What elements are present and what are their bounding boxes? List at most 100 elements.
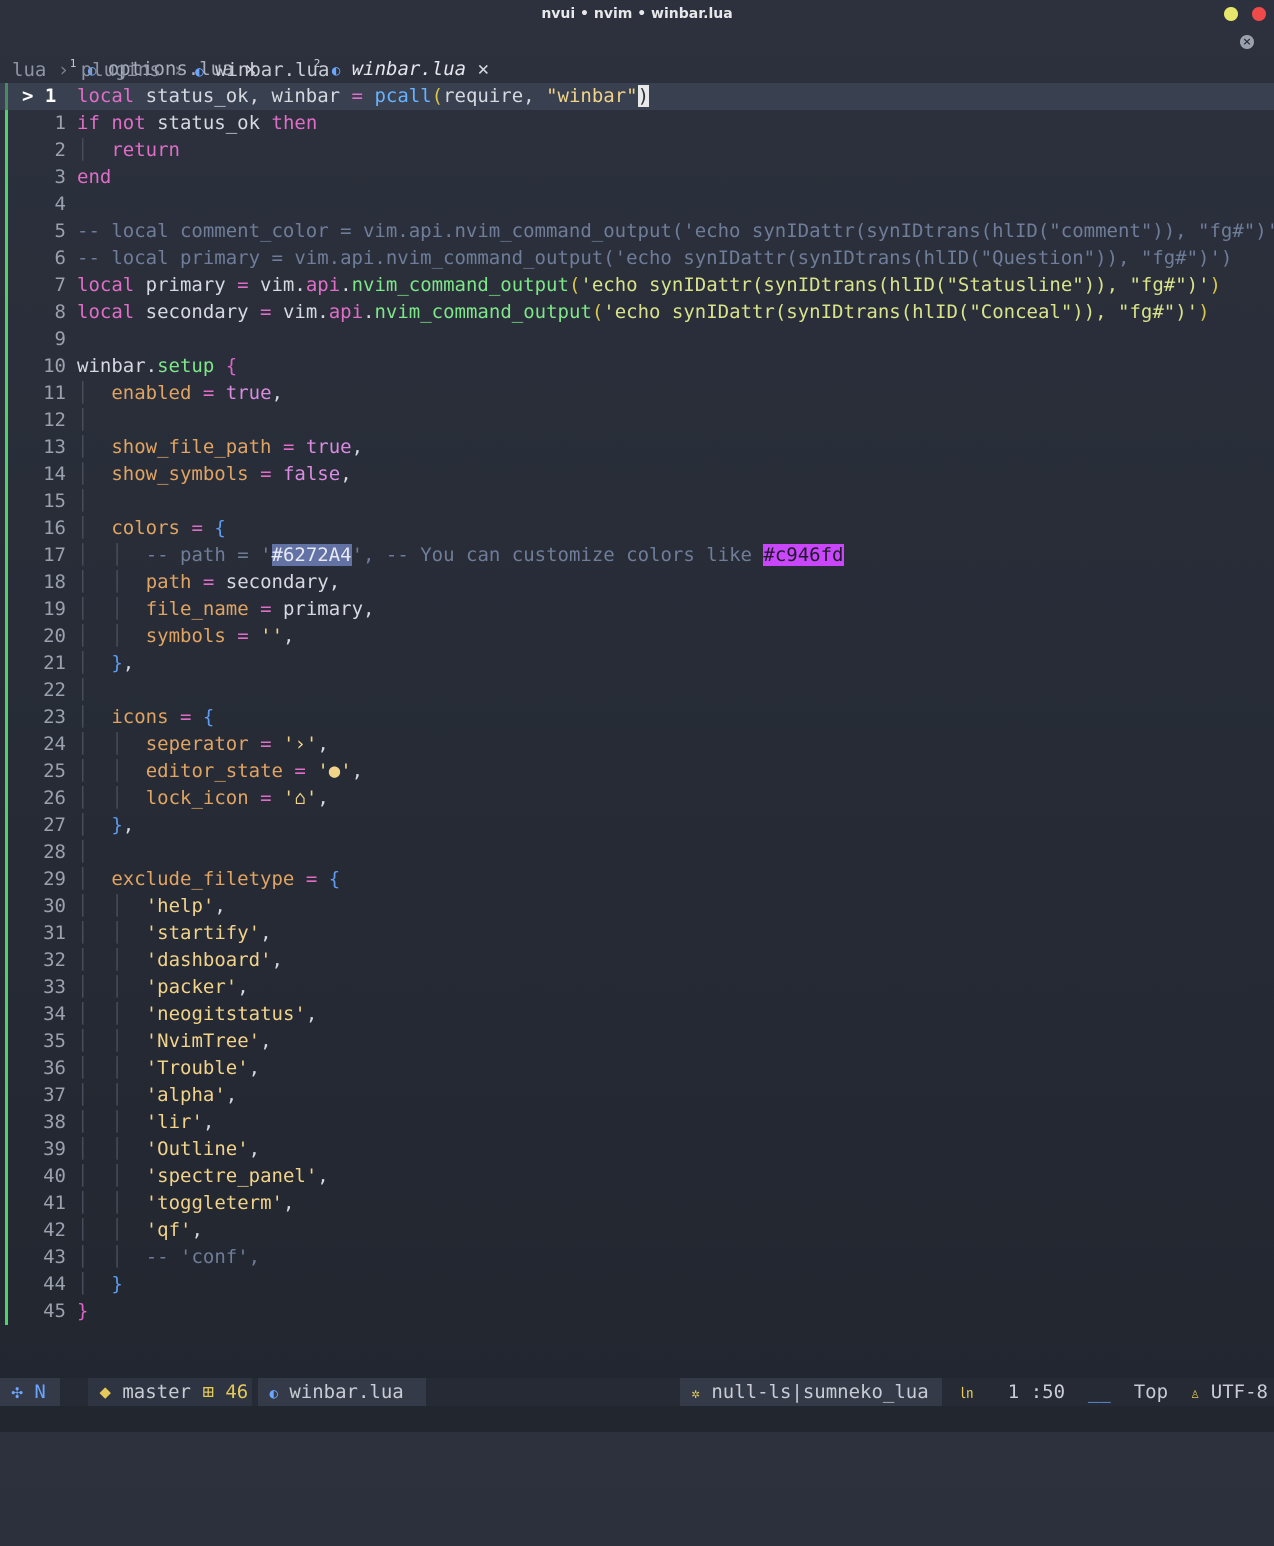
code-line[interactable]: 14 │ show_symbols = false, [0,461,1274,488]
code-line[interactable]: 43 │ │ -- 'conf', [0,1244,1274,1271]
close-window-button[interactable] [1252,7,1266,21]
color-preview-swatch: #c946fd [763,544,844,566]
line-number: 30 [43,895,66,917]
line-number: 41 [43,1192,66,1214]
code-line[interactable]: 34 │ │ 'neogitstatus', [0,1001,1274,1028]
tabline: 1 ◐ options.lua ✕ 2 ◐ winbar.lua ✕ × [0,29,1274,80]
lsp-client-names: null-ls|sumneko_lua [711,1381,929,1403]
line-number: 37 [43,1084,66,1106]
line-number: 5 [54,220,66,242]
code-line[interactable]: 20 │ │ symbols = '', [0,623,1274,650]
line-number: 43 [43,1246,66,1268]
code-line[interactable]: 4 [0,191,1274,218]
code-line[interactable]: 15 │ [0,488,1274,515]
file-encoding: UTF-8 [1210,1381,1268,1403]
code-line[interactable]: 12 │ [0,407,1274,434]
branch-name: master [122,1381,191,1403]
code-line[interactable]: 19 │ │ file_name = primary, [0,596,1274,623]
text-cursor: ) [637,85,650,107]
code-line[interactable]: 38 │ │ 'lir', [0,1109,1274,1136]
line-number: 42 [43,1219,66,1241]
code-line[interactable]: 17 │ │ -- path = '#6272A4', -- You can cu… [0,542,1274,569]
code-line[interactable]: 8 local secondary = vim.api.nvim_command_… [0,299,1274,326]
code-line[interactable]: 45} [0,1298,1274,1325]
code-line[interactable]: 44 │ } [0,1271,1274,1298]
line-number: 39 [43,1138,66,1160]
code-line[interactable]: 10 winbar.setup { [0,353,1274,380]
line-number: 26 [43,787,66,809]
code-line[interactable]: 36 │ │ 'Trouble', [0,1055,1274,1082]
code-line[interactable]: 22 │ [0,677,1274,704]
scroll-indicator-icon: __ [1087,1381,1111,1403]
line-number: 2 [54,139,66,161]
line-number: 40 [43,1165,66,1187]
window-title: nvui • nvim • winbar.lua [541,6,733,22]
lua-file-icon: ◐ [269,1386,278,1402]
code-line[interactable]: 26 │ │ lock_icon = '⌂', [0,785,1274,812]
line-number: 22 [43,679,66,701]
line-number: 45 [43,1300,66,1322]
code-line[interactable]: 23 │ icons = { [0,704,1274,731]
line-number: 20 [43,625,66,647]
code-line[interactable]: 1 if not status_ok then [0,110,1274,137]
breadcrumb-file[interactable]: winbar.lua [215,59,329,81]
line-number: 23 [43,706,66,728]
code-line[interactable]: 41 │ │ 'toggleterm', [0,1190,1274,1217]
line-number: 33 [43,976,66,998]
breadcrumb-lua[interactable]: lua [12,59,46,81]
code-line[interactable]: 37 │ │ 'alpha', [0,1082,1274,1109]
code-line[interactable]: 40 │ │ 'spectre_panel', [0,1163,1274,1190]
tab-close-icon[interactable]: ✕ [478,58,489,80]
breadcrumb-plugins[interactable]: plugins [81,59,161,81]
close-all-tabs-icon[interactable]: × [1240,35,1254,49]
code-line[interactable]: 5 -- local comment_color = vim.api.nvim_c… [0,218,1274,245]
code-line[interactable]: 6 -- local primary = vim.api.nvim_command… [0,245,1274,272]
code-line[interactable]: 9 [0,326,1274,353]
code-editor[interactable]: > 1 local status_ok, winbar = pcall(requi… [0,83,1274,1325]
line-number: 29 [43,868,66,890]
lsp-icon: ✲ [691,1386,700,1402]
line-number: 32 [43,949,66,971]
code-line[interactable]: 2 │ return [0,137,1274,164]
code-line[interactable]: 31 │ │ 'startify', [0,920,1274,947]
line-number: 19 [43,598,66,620]
current-line-number: > 1 [22,85,57,107]
git-branch[interactable]: ◆ master ⊞ 46 [88,1378,252,1406]
line-number: 15 [43,490,66,512]
line-number: 14 [43,463,66,485]
line-number: 1 [54,112,66,134]
code-line[interactable]: 21 │ }, [0,650,1274,677]
code-line[interactable]: 32 │ │ 'dashboard', [0,947,1274,974]
code-line[interactable]: > 1 local status_ok, winbar = pcall(requi… [0,83,1274,110]
code-line[interactable]: 30 │ │ 'help', [0,893,1274,920]
code-line[interactable]: 27 │ }, [0,812,1274,839]
lock-icon: ⌂ [294,787,306,809]
git-branch-icon: ◆ [99,1381,111,1403]
code-line[interactable]: 7 local primary = vim.api.nvim_command_ou… [0,272,1274,299]
code-line[interactable]: 16 │ colors = { [0,515,1274,542]
scroll-position: Top [1133,1381,1169,1403]
code-line[interactable]: 28 │ [0,839,1274,866]
code-line[interactable]: 3 end [0,164,1274,191]
code-line[interactable]: 39 │ │ 'Outline', [0,1136,1274,1163]
line-number: 6 [54,247,66,269]
line-number: 38 [43,1111,66,1133]
breadcrumb-separator-icon: › [57,59,70,81]
code-line[interactable]: 29 │ exclude_filetype = { [0,866,1274,893]
line-number: 12 [43,409,66,431]
line-number: 11 [43,382,66,404]
os-icon: ♙ [1190,1386,1200,1402]
code-line[interactable]: 18 │ │ path = secondary, [0,569,1274,596]
code-line[interactable]: 13 │ show_file_path = true, [0,434,1274,461]
code-line[interactable]: 33 │ │ 'packer', [0,974,1274,1001]
line-number: 9 [54,328,66,350]
line-number: 18 [43,571,66,593]
minimize-button[interactable] [1224,7,1238,21]
code-line[interactable]: 11 │ enabled = true, [0,380,1274,407]
code-line[interactable]: 35 │ │ 'NvimTree', [0,1028,1274,1055]
code-line[interactable]: 24 │ │ seperator = '›', [0,731,1274,758]
code-line[interactable]: 25 │ │ editor_state = '●', [0,758,1274,785]
statusline-file[interactable]: ◐ winbar.lua [258,1378,426,1406]
code-line[interactable]: 42 │ │ 'qf', [0,1217,1274,1244]
lsp-clients[interactable]: ✲ null-ls|sumneko_lua [680,1378,942,1406]
